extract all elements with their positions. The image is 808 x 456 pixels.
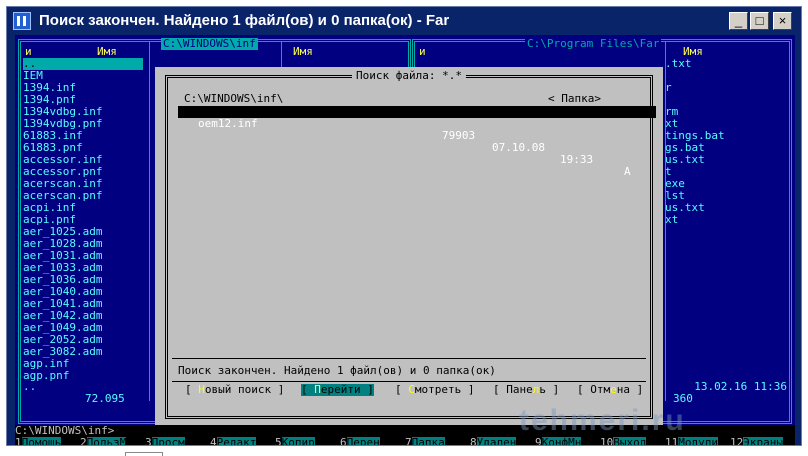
maximize-button[interactable]: □ [750, 12, 769, 30]
result-row[interactable]: oem12.inf 79903 07.10.08 19:33 A [178, 106, 656, 178]
function-key-1[interactable]: 1Помощь [15, 437, 80, 445]
function-key-label: Экраны [743, 437, 783, 445]
file-list-item[interactable]: agp.pnf [23, 370, 143, 382]
dialog-divider [172, 358, 646, 360]
function-key-number: 9 [535, 436, 542, 446]
function-key-number: 12 [730, 436, 744, 446]
right-panel-date: 13.02.16 11:36 [694, 380, 787, 393]
function-key-label: Модули [678, 437, 718, 445]
minimize-button[interactable]: _ [729, 12, 748, 30]
function-key-12[interactable]: 12Экраны [730, 437, 795, 445]
title-bar[interactable]: Поиск закончен. Найдено 1 файл(ов) и 0 п… [7, 7, 801, 35]
function-key-label: ПользМ [86, 437, 127, 445]
cancel-button[interactable]: [ Отмена ] [577, 384, 643, 396]
result-file-attr: A [624, 165, 631, 178]
left-col2-header: Имя [293, 45, 313, 58]
function-key-number: 10 [600, 436, 614, 446]
function-key-number: 2 [80, 436, 87, 446]
window-title: Поиск закончен. Найдено 1 файл(ов) и 0 п… [39, 12, 450, 29]
left-panel-path: C:\WINDOWS\inf [161, 37, 258, 50]
function-key-label: Выход [613, 437, 647, 445]
function-key-10[interactable]: 10Выход [600, 437, 665, 445]
function-key-label: Редакт [216, 437, 257, 445]
left-bottom-name: .. [23, 380, 37, 393]
dialog-title: Поиск файла: *.* [352, 69, 466, 82]
result-file-name: oem12.inf [198, 117, 258, 130]
search-status: Поиск закончен. Найдено 1 файл(ов) и 0 п… [178, 364, 496, 377]
result-file-date: 07.10.08 [492, 141, 545, 154]
console-area: C:\WINDOWS\inf и Имя Имя .. IEM 1394.inf 13… [15, 35, 795, 445]
function-key-label: Просм [151, 437, 185, 445]
right-file-list: .txt r rm xt tings.bat gs.bat us.txt t exe lst us.… [665, 58, 725, 226]
new-search-button[interactable]: [ Новый поиск ] [185, 384, 284, 396]
function-key-number: 7 [405, 436, 412, 446]
function-key-label: Удален [476, 437, 517, 445]
file-list-item[interactable]: .txt [665, 58, 725, 70]
far-app-icon [13, 12, 31, 30]
file-list-item[interactable]: xt [665, 214, 725, 226]
function-key-number: 3 [145, 436, 152, 446]
function-key-number: 8 [470, 436, 477, 446]
function-key-2[interactable]: 2ПользМ [80, 437, 145, 445]
function-key-7[interactable]: 7Папка [405, 437, 470, 445]
close-button[interactable]: × [773, 12, 792, 30]
left-column-divider [149, 42, 150, 401]
result-path: C:\WINDOWS\inf\ [184, 92, 284, 105]
function-key-number: 6 [340, 436, 347, 446]
function-key-bar: 1Помощь 2ПользМ 3Просм 4Редакт 5Копир 6Перен 7… [15, 437, 795, 445]
function-key-label: КонфМн [541, 437, 582, 445]
function-key-number: 1 [15, 436, 22, 446]
panel-button[interactable]: [ Панель ] [493, 384, 559, 396]
function-key-11[interactable]: 11Модули [665, 437, 730, 445]
result-folder-tag: < Папка> [548, 92, 601, 105]
function-key-6[interactable]: 6Перен [340, 437, 405, 445]
function-key-label: Папка [411, 437, 445, 445]
function-key-label: Перен [346, 437, 380, 445]
result-file-size: 79903 [442, 129, 476, 142]
taskbar-edge [125, 452, 163, 456]
result-file-time: 19:33 [560, 153, 594, 166]
watermark: tehmeri.ru [519, 404, 686, 437]
far-window: Поиск закончен. Найдено 1 файл(ов) и 0 п… [6, 6, 802, 446]
function-key-5[interactable]: 5Копир [275, 437, 340, 445]
function-key-3[interactable]: 3Просм [145, 437, 210, 445]
dialog-buttons: [ Новый поиск ] [ Перейти ] [ Смотреть ]… [155, 384, 663, 396]
file-list-item[interactable]: us.txt [665, 154, 725, 166]
left-col1-header: Имя [97, 45, 117, 58]
function-key-4[interactable]: 4Редакт [210, 437, 275, 445]
file-list-item[interactable]: r [665, 82, 725, 94]
function-key-label: Помощь [21, 437, 62, 445]
goto-button[interactable]: [ Перейти ] [301, 384, 374, 396]
left-total-size: 72.095 [85, 392, 125, 405]
dialog-frame: Поиск файла: *.* C:\WINDOWS\inf\ < Папка… [165, 69, 656, 419]
right-col-attr-header: и [419, 45, 426, 58]
function-key-8[interactable]: 8Удален [470, 437, 535, 445]
function-key-number: 5 [275, 436, 282, 446]
file-list-item[interactable] [665, 70, 725, 82]
function-key-9[interactable]: 9КонфМн [535, 437, 600, 445]
function-key-label: Копир [281, 437, 315, 445]
function-key-number: 11 [665, 436, 679, 446]
function-key-number: 4 [210, 436, 217, 446]
view-button[interactable]: [ Смотреть ] [395, 384, 474, 396]
left-file-list: .. IEM 1394.inf 1394.pnf 1394vdbg.inf 1394vdb… [23, 58, 143, 382]
right-panel-path: C:\Program Files\Far [525, 37, 662, 50]
find-file-dialog: Поиск файла: *.* C:\WINDOWS\inf\ < Папка… [155, 67, 663, 427]
